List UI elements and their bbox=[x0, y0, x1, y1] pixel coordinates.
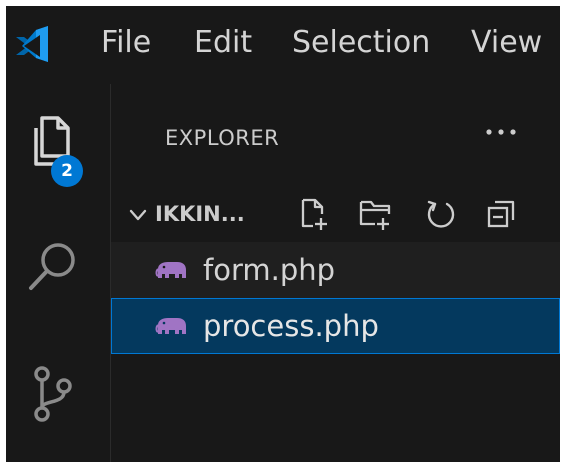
explorer-sidebar: EXPLORER IKKIN... form.php process.php bbox=[111, 84, 560, 462]
explorer-title: EXPLORER bbox=[165, 126, 280, 150]
file-item-process-php[interactable]: process.php bbox=[111, 298, 560, 354]
vscode-logo-icon[interactable] bbox=[10, 26, 58, 62]
menu-selection[interactable]: Selection bbox=[292, 24, 430, 62]
folder-name[interactable]: IKKIN... bbox=[155, 200, 245, 228]
explorer-badge: 2 bbox=[51, 155, 83, 187]
chevron-down-icon[interactable] bbox=[127, 204, 149, 226]
php-elephant-icon bbox=[155, 262, 186, 278]
menu-view[interactable]: View bbox=[471, 24, 542, 62]
file-name[interactable]: process.php bbox=[203, 308, 379, 344]
menu-edit[interactable]: Edit bbox=[194, 24, 252, 62]
new-folder-icon[interactable] bbox=[357, 196, 393, 232]
refresh-icon[interactable] bbox=[423, 196, 459, 232]
search-icon[interactable] bbox=[22, 238, 82, 298]
source-control-icon[interactable] bbox=[22, 364, 82, 424]
file-item-form-php[interactable]: form.php bbox=[111, 242, 560, 298]
more-actions-icon[interactable] bbox=[481, 118, 521, 146]
vscode-window: File Edit Selection View 2 EXPLORER IKKI… bbox=[6, 6, 560, 462]
activity-bar: 2 bbox=[6, 84, 111, 462]
menu-file[interactable]: File bbox=[101, 24, 151, 62]
php-elephant-icon bbox=[155, 318, 186, 334]
file-name[interactable]: form.php bbox=[203, 252, 335, 288]
title-bar: File Edit Selection View bbox=[6, 6, 560, 84]
collapse-all-icon[interactable] bbox=[483, 196, 519, 232]
new-file-icon[interactable] bbox=[295, 196, 331, 232]
folder-header[interactable]: IKKIN... bbox=[111, 190, 560, 238]
